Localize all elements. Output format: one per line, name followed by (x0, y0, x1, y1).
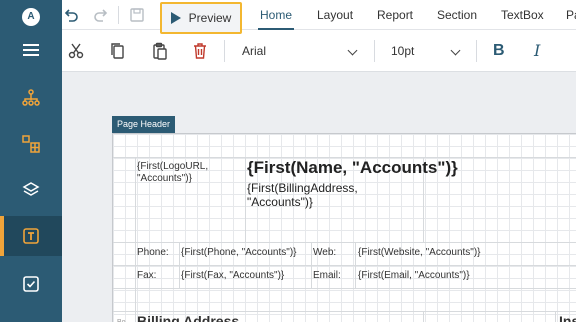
app-logo: A (22, 8, 40, 26)
chevron-down-icon (450, 45, 461, 56)
checkbox-button[interactable] (0, 264, 62, 304)
left-sidebar: A (0, 0, 62, 322)
home-toolbar: Arial 10pt B I (62, 30, 576, 72)
grid-line (113, 311, 576, 312)
grid-line (113, 265, 576, 266)
checkbox-icon (23, 276, 39, 292)
web-label[interactable]: Web: (313, 247, 336, 259)
redo-icon (94, 9, 108, 22)
tab-textbox[interactable]: TextBox (501, 0, 544, 30)
grid-line (355, 242, 356, 288)
top-tab-bar: Preview Home Layout Report Section TextB… (62, 0, 576, 34)
grid-line (423, 311, 424, 322)
delete-button[interactable] (190, 41, 210, 61)
phone-field[interactable]: {First(Phone, "Accounts")} (181, 247, 296, 259)
data-structure-button[interactable] (0, 78, 62, 118)
undo-icon (64, 9, 78, 22)
right-section-heading[interactable]: Ins (559, 313, 576, 322)
data-grid-icon (22, 135, 40, 153)
toolbar-separator (224, 40, 225, 62)
grid-line (135, 157, 136, 322)
logo-url-field[interactable]: {First(LogoURL, "Accounts")} (137, 161, 241, 185)
grid-line (113, 288, 576, 289)
email-label[interactable]: Email: (313, 270, 341, 282)
save-button[interactable] (128, 6, 146, 24)
save-icon (130, 8, 144, 22)
font-family-value: Arial (242, 44, 267, 58)
scissors-icon (68, 43, 84, 59)
italic-button[interactable]: I (534, 41, 540, 61)
text-box-icon (23, 228, 39, 244)
play-icon (170, 12, 181, 24)
hamburger-menu-button[interactable] (0, 30, 62, 70)
org-chart-icon (22, 89, 40, 106)
page-header-band-label[interactable]: Page Header (112, 116, 176, 133)
data-grid-button[interactable] (0, 124, 62, 164)
tab-report[interactable]: Report (377, 0, 413, 30)
grid-line (179, 242, 180, 288)
trash-icon (194, 43, 206, 59)
account-name-field[interactable]: {First(Name, "Accounts")} (247, 158, 458, 178)
website-field[interactable]: {First(Website, "Accounts")} (358, 247, 481, 259)
billing-address-heading[interactable]: Billing Address (137, 313, 239, 322)
bold-button[interactable]: B (493, 41, 505, 61)
paste-icon (153, 42, 167, 60)
fax-label[interactable]: Fax: (137, 270, 156, 282)
email-field[interactable]: {First(Email, "Accounts")} (358, 270, 470, 282)
copy-icon (111, 43, 124, 59)
toolbar-separator (118, 6, 119, 24)
font-size-dropdown[interactable]: 10pt (391, 41, 461, 61)
section-tag: Bo (117, 317, 126, 322)
design-canvas[interactable]: Page Header {First(LogoURL, "Accounts")}… (62, 72, 576, 322)
grid-line (245, 157, 246, 242)
preview-button[interactable]: Preview (160, 2, 242, 34)
layers-icon (22, 182, 40, 196)
text-box-button[interactable] (0, 216, 62, 256)
toolbar-separator (476, 40, 477, 62)
fax-field[interactable]: {First(Fax, "Accounts")} (181, 270, 284, 282)
font-family-dropdown[interactable]: Arial (242, 41, 358, 61)
tab-layout[interactable]: Layout (317, 0, 353, 30)
grid-line (113, 242, 576, 243)
chevron-down-icon (347, 45, 358, 56)
phone-label[interactable]: Phone: (137, 247, 169, 259)
cut-button[interactable] (66, 41, 86, 61)
copy-button[interactable] (108, 41, 128, 61)
hamburger-menu-icon (23, 44, 39, 56)
toolbar-separator (374, 40, 375, 62)
font-size-value: 10pt (391, 44, 415, 58)
redo-button[interactable] (92, 6, 110, 24)
grid-line (311, 242, 312, 288)
billing-address-field[interactable]: {First(BillingAddress, "Accounts")} (247, 181, 421, 209)
grid-line (555, 311, 556, 322)
paste-button[interactable] (150, 41, 170, 61)
tab-overflow[interactable]: Pa (566, 0, 576, 30)
tab-section[interactable]: Section (437, 0, 477, 30)
undo-button[interactable] (62, 6, 80, 24)
tab-home[interactable]: Home (257, 0, 295, 30)
preview-label: Preview (188, 11, 232, 25)
layers-button[interactable] (0, 170, 62, 210)
report-page[interactable]: {First(LogoURL, "Accounts")} {First(Name… (112, 133, 576, 322)
